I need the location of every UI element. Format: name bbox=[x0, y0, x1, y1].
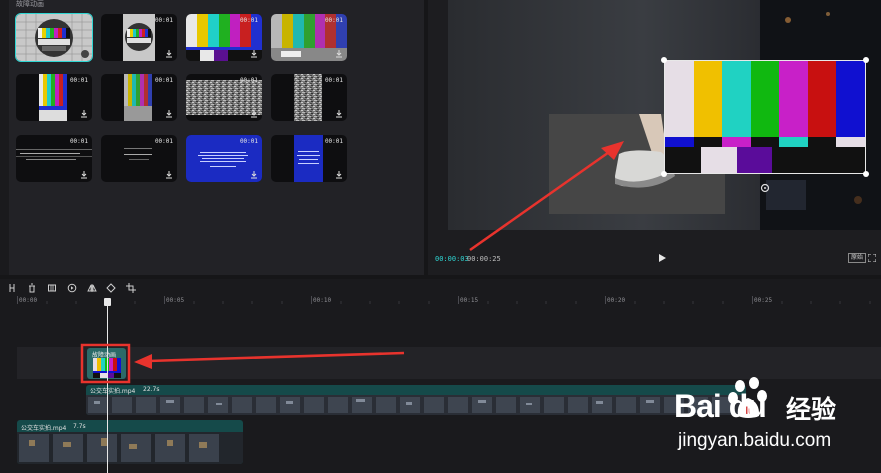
main-video-clip[interactable]: 公交车实拍.mp4 22.7s bbox=[86, 385, 746, 415]
rotate-handle-icon[interactable] bbox=[760, 183, 770, 193]
play-button-icon[interactable] bbox=[658, 253, 667, 263]
library-item-color-bars-grey[interactable]: 00:01 bbox=[271, 14, 347, 61]
download-icon[interactable] bbox=[165, 171, 173, 179]
second-clip-filmstrip bbox=[17, 432, 243, 464]
library-item-color-bars-vertical-2[interactable]: 00:01 bbox=[101, 74, 177, 121]
video-canvas[interactable] bbox=[448, 0, 881, 230]
download-icon[interactable] bbox=[165, 50, 173, 58]
fullscreen-icon[interactable] bbox=[868, 254, 876, 262]
crop-icon[interactable] bbox=[126, 283, 136, 293]
resize-handle-bottom-left[interactable] bbox=[661, 171, 667, 177]
download-icon[interactable] bbox=[335, 110, 343, 118]
timeline-ruler[interactable]: 00:00 00:05 00:10 00:15 00:20 00:25 bbox=[0, 296, 881, 310]
delete-icon[interactable] bbox=[27, 283, 37, 293]
timeline-toolbar bbox=[0, 279, 881, 296]
resize-handle-bottom-right[interactable] bbox=[863, 171, 869, 177]
download-icon[interactable] bbox=[335, 171, 343, 179]
total-time: 00:00:25 bbox=[467, 255, 501, 263]
library-item-static-noise[interactable]: 00:01 bbox=[186, 74, 262, 121]
watermark-brand: Bai du bbox=[674, 388, 767, 424]
mirror-icon[interactable] bbox=[87, 283, 97, 293]
second-clip-duration: 7.7s bbox=[73, 423, 86, 430]
watermark-jingyan: 经验 bbox=[786, 395, 837, 424]
resize-handle-top-left[interactable] bbox=[661, 57, 667, 63]
test-card-round-thumbnail bbox=[16, 14, 92, 61]
download-icon[interactable] bbox=[165, 110, 173, 118]
resize-handle-top-right[interactable] bbox=[863, 57, 869, 63]
ruler-label: 00:25 bbox=[754, 297, 773, 304]
second-clip-name: 公交车实拍.mp4 bbox=[21, 425, 67, 432]
color-bars-sticker[interactable] bbox=[661, 57, 869, 193]
freeze-icon[interactable] bbox=[47, 283, 57, 293]
aspect-ratio-button[interactable]: 原始 bbox=[848, 253, 867, 263]
download-icon[interactable] bbox=[250, 171, 258, 179]
library-category-title: 故障动画 bbox=[16, 0, 44, 8]
ruler-label: 00:10 bbox=[313, 297, 332, 304]
ruler-label: 00:00 bbox=[19, 297, 38, 304]
library-item-glitch-lines-narrow[interactable]: 00:01 bbox=[101, 135, 177, 182]
library-item-test-card-round[interactable] bbox=[15, 13, 93, 62]
ruler-label: 00:20 bbox=[607, 297, 626, 304]
main-clip-filmstrip bbox=[86, 395, 746, 415]
ruler-label: 00:15 bbox=[460, 297, 479, 304]
video-editor-window: 故障动画 00:01 00:01 00:01 00:01 00:01 00:01… bbox=[0, 0, 881, 473]
library-item-blue-screen-narrow[interactable]: 00:01 bbox=[271, 135, 347, 182]
current-time: 00:00:03 bbox=[435, 255, 469, 263]
library-item-color-bars-wide[interactable]: 00:01 bbox=[186, 14, 262, 61]
color-bars-sticker-image bbox=[665, 61, 865, 173]
ruler-label: 00:05 bbox=[166, 297, 185, 304]
library-side-strip bbox=[0, 0, 9, 275]
library-item-test-card-round-small[interactable]: 00:01 bbox=[101, 14, 177, 61]
reverse-icon[interactable] bbox=[67, 283, 77, 293]
library-item-color-bars-vertical[interactable]: 00:01 bbox=[16, 74, 92, 121]
main-clip-name: 公交车实拍.mp4 bbox=[90, 388, 136, 395]
watermark-url: jingyan.baidu.com bbox=[678, 430, 832, 451]
download-icon[interactable] bbox=[80, 110, 88, 118]
split-icon[interactable] bbox=[7, 283, 17, 293]
library-item-glitch-lines[interactable]: 00:01 bbox=[16, 135, 92, 182]
download-icon[interactable] bbox=[250, 110, 258, 118]
library-item-blue-screen[interactable]: 00:01 bbox=[186, 135, 262, 182]
download-icon[interactable] bbox=[335, 50, 343, 58]
second-video-clip[interactable]: 公交车实拍.mp4 7.7s bbox=[17, 420, 243, 464]
library-item-static-noise-narrow[interactable]: 00:01 bbox=[271, 74, 347, 121]
ruler-ticks bbox=[17, 296, 871, 304]
download-icon[interactable] bbox=[80, 171, 88, 179]
download-icon[interactable] bbox=[250, 50, 258, 58]
main-clip-duration: 22.7s bbox=[143, 386, 160, 393]
player-panel: 00:00:03 00:00:25 原始 bbox=[428, 0, 881, 275]
material-library-panel: 故障动画 00:01 00:01 00:01 00:01 00:01 00:01… bbox=[0, 0, 424, 275]
rotate-icon[interactable] bbox=[106, 283, 116, 293]
baidu-jingyan-watermark: du Bai du 经验 jingyan.baidu.com bbox=[668, 374, 881, 473]
playhead[interactable] bbox=[107, 300, 108, 473]
